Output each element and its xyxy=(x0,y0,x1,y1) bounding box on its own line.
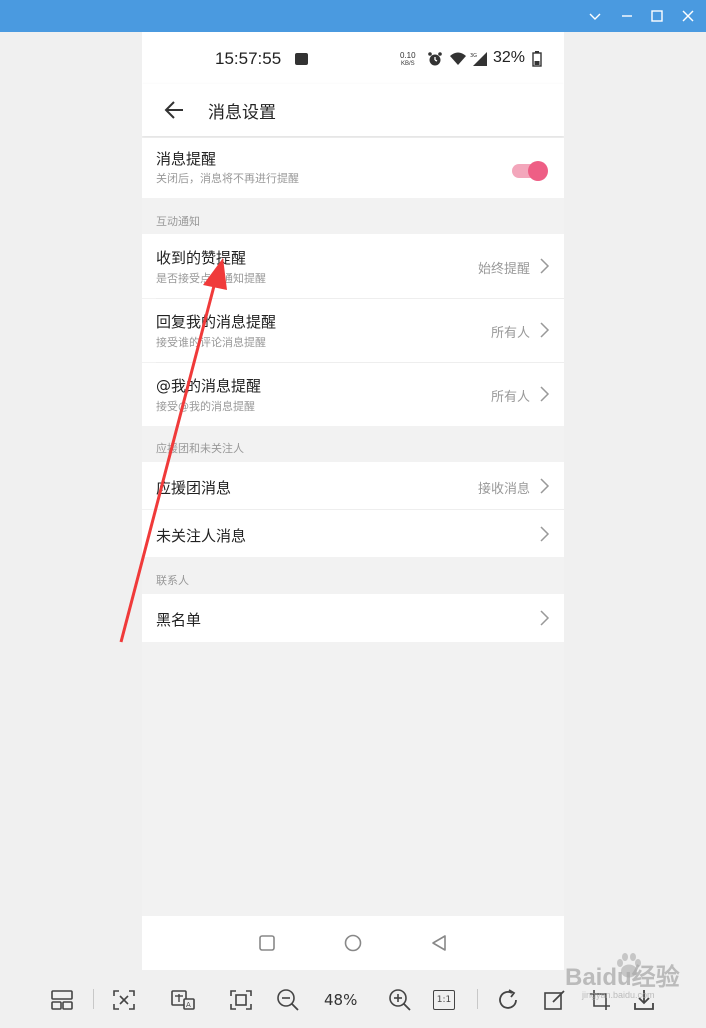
ocr-button[interactable]: A xyxy=(170,987,196,1013)
status-bar: 15:57:55 0.10 KB/S 3G 32% xyxy=(142,32,564,84)
fit-button[interactable] xyxy=(111,987,137,1013)
system-back-button[interactable] xyxy=(426,930,452,956)
system-nav-bar xyxy=(142,916,564,970)
svg-text:A: A xyxy=(186,1001,191,1009)
baidu-watermark: Baidu经验 jingyan.baidu.com xyxy=(540,950,700,1010)
row-subtitle: 接受@我的消息提醒 xyxy=(156,400,255,413)
row-subtitle: 接受谁的评论消息提醒 xyxy=(156,336,266,349)
row-title: 收到的赞提醒 xyxy=(156,249,247,267)
watermark-text: Baidu经验 xyxy=(565,964,680,991)
row-value: 始终提醒 xyxy=(477,262,530,277)
toolbar-divider xyxy=(93,989,94,1009)
chevron-right-icon xyxy=(540,322,550,338)
crop-frame-button[interactable] xyxy=(228,987,254,1013)
home-button[interactable] xyxy=(340,930,366,956)
zoom-level: 48% xyxy=(324,991,358,1009)
watermark-subtext: jingyan.baidu.com xyxy=(582,990,655,1000)
row-title: 消息提醒 xyxy=(156,150,217,168)
chevron-down-icon[interactable] xyxy=(580,0,610,32)
wifi-icon xyxy=(450,52,466,65)
status-clock: 15:57:55 xyxy=(215,49,282,68)
alarm-icon xyxy=(428,52,442,66)
section-label-interaction: 互动通知 xyxy=(156,215,200,228)
page-title: 消息设置 xyxy=(208,103,276,123)
row-title: 未关注人消息 xyxy=(156,527,247,545)
svg-text:3G: 3G xyxy=(470,53,477,59)
chevron-right-icon xyxy=(540,386,550,402)
battery-percent: 32% xyxy=(493,49,526,66)
arrow-left-icon xyxy=(164,101,183,119)
maximize-button[interactable] xyxy=(642,0,672,32)
frame-icon xyxy=(230,990,252,1010)
minimize-button[interactable] xyxy=(612,0,642,32)
fit-screen-icon xyxy=(113,990,135,1010)
zoom-out-icon xyxy=(277,989,299,1011)
actual-size-label: 1:1 xyxy=(433,990,455,1010)
fan-club-messages-row[interactable]: 应援团消息 接收消息 xyxy=(142,462,564,509)
square-icon xyxy=(259,935,275,951)
chevron-right-icon xyxy=(540,526,550,542)
battery-icon xyxy=(532,51,542,67)
zoom-in-button[interactable] xyxy=(387,987,413,1013)
layout-icon xyxy=(51,990,73,1010)
ocr-icon: A xyxy=(171,990,195,1010)
zoom-out-button[interactable] xyxy=(275,987,301,1013)
reply-notification-row[interactable]: 回复我的消息提醒 接受谁的评论消息提醒 所有人 xyxy=(142,299,564,362)
row-value: 所有人 xyxy=(490,326,530,341)
blacklist-row[interactable]: 黑名单 xyxy=(142,594,564,642)
message-notification-toggle[interactable] xyxy=(512,161,548,181)
row-title: 应援团消息 xyxy=(156,479,232,497)
zoom-in-icon xyxy=(389,989,411,1011)
app-header: 消息设置 xyxy=(142,84,564,136)
phone-screen: 15:57:55 0.10 KB/S 3G 32% 消息设置 消息提醒 关闭后， xyxy=(142,32,564,970)
layout-button[interactable] xyxy=(49,987,75,1013)
row-subtitle: 是否接受点赞通知提醒 xyxy=(156,272,266,285)
row-title: 回复我的消息提醒 xyxy=(156,313,277,331)
toggle-knob xyxy=(528,161,548,181)
message-notification-row[interactable]: 消息提醒 关闭后，消息将不再进行提醒 xyxy=(142,138,564,198)
row-value: 所有人 xyxy=(490,390,530,405)
actual-size-button[interactable]: 1:1 xyxy=(431,987,457,1013)
triangle-back-icon xyxy=(432,935,446,951)
row-title: @我的消息提醒 xyxy=(156,377,262,395)
section-label-contacts: 联系人 xyxy=(156,574,189,587)
window-titlebar xyxy=(0,0,706,32)
net-speed: 0.10 KB/S xyxy=(400,51,416,68)
image-notification-icon xyxy=(295,53,308,65)
circle-icon xyxy=(344,934,362,952)
recents-button[interactable] xyxy=(254,930,280,956)
rotate-icon xyxy=(499,989,517,1009)
chevron-right-icon xyxy=(540,258,550,274)
section-label-fan-club: 应援团和未关注人 xyxy=(156,442,244,455)
row-title: 黑名单 xyxy=(156,611,202,629)
close-button[interactable] xyxy=(673,0,703,32)
toolbar-divider xyxy=(477,989,478,1009)
cellular-signal-icon: 3G xyxy=(470,52,487,66)
row-value: 接收消息 xyxy=(477,482,530,497)
back-button[interactable] xyxy=(160,96,188,124)
non-followed-messages-row[interactable]: 未关注人消息 xyxy=(142,510,564,557)
chevron-right-icon xyxy=(540,478,550,494)
row-subtitle: 关闭后，消息将不再进行提醒 xyxy=(156,172,299,185)
mention-notification-row[interactable]: @我的消息提醒 接受@我的消息提醒 所有人 xyxy=(142,363,564,426)
chevron-right-icon xyxy=(540,610,550,626)
likes-notification-row[interactable]: 收到的赞提醒 是否接受点赞通知提醒 始终提醒 xyxy=(142,234,564,298)
rotate-button[interactable] xyxy=(495,987,521,1013)
